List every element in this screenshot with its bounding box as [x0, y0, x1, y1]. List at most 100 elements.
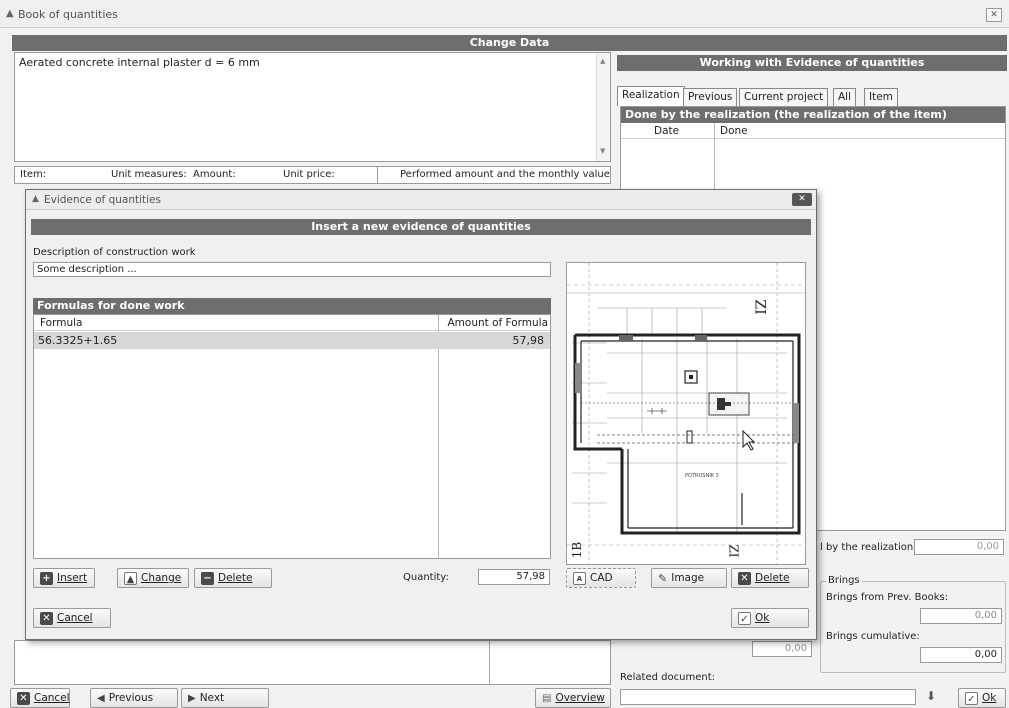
ok-main-button[interactable]: ✓ Ok	[958, 688, 1006, 708]
formula-column-header[interactable]: Formula	[40, 317, 82, 329]
image-label: Image	[671, 572, 705, 584]
change-data-header: Change Data	[12, 35, 1007, 51]
window-logo-icon: ▲	[6, 8, 14, 19]
image-button[interactable]: ✎ Image	[651, 568, 727, 588]
done-column-header[interactable]: Done	[720, 125, 748, 137]
textarea-scrollbar[interactable]: ▲ ▼	[596, 53, 610, 161]
next-button[interactable]: ▶ Next	[181, 688, 269, 708]
dialog-cancel-button[interactable]: ✕ Cancel	[33, 608, 111, 628]
close-button[interactable]: ✕	[986, 8, 1002, 22]
delete-image-icon: ✕	[738, 571, 751, 585]
brings-prev-field: 0,00	[920, 608, 1002, 624]
unit-measures-label: Unit measures:	[111, 169, 187, 180]
evidence-panel-header: Working with Evidence of quantities	[617, 55, 1007, 71]
delete-formula-button[interactable]: − Delete	[194, 568, 272, 588]
desc-value: Some description ...	[37, 264, 137, 275]
ok-icon: ✓	[738, 611, 751, 625]
amount-cell: 57,98	[512, 334, 545, 347]
previous-label: Previous	[108, 692, 154, 704]
dialog-cancel-label: Cancel	[57, 612, 93, 624]
item-label: Item:	[20, 169, 47, 180]
column-header-row: Date Done	[621, 123, 1005, 139]
next-icon: ▶	[188, 692, 196, 704]
brings-cumulative-field: 0,00	[920, 647, 1002, 663]
column-divider	[438, 315, 439, 558]
formula-column-header-row: Formula Amount of Formula	[34, 315, 550, 331]
plan-label-top-right: ZI	[751, 299, 768, 315]
scroll-up-icon[interactable]: ▲	[600, 57, 605, 65]
evidence-dialog: ▲ Evidence of quantities ✕ Insert a new …	[25, 189, 817, 640]
desc-label: Description of construction work	[33, 247, 196, 258]
insert-label: Insert	[57, 572, 88, 584]
formula-row[interactable]: 56.3325+1.65 57,98	[34, 332, 550, 349]
amount-column-header[interactable]: Amount of Formula	[447, 317, 548, 329]
previous-icon: ◀	[97, 692, 105, 704]
date-column-header[interactable]: Date	[654, 125, 679, 137]
previous-button[interactable]: ◀ Previous	[90, 688, 178, 708]
dialog-close-button[interactable]: ✕	[792, 193, 812, 206]
tab-item[interactable]: Item	[864, 88, 898, 106]
ok-main-label: Ok	[982, 692, 997, 704]
close-icon: ✕	[990, 10, 998, 20]
item-header-row: Item: Unit measures: Amount: Unit price:…	[14, 166, 611, 184]
cancel-main-button[interactable]: ✕ Cancel	[10, 688, 70, 708]
dialog-titlebar: ▲ Evidence of quantities ✕	[26, 190, 816, 210]
cad-label: CAD	[590, 572, 613, 584]
brings-cumulative-label: Brings cumulative:	[826, 631, 920, 642]
change-button[interactable]: ▲ Change	[117, 568, 189, 588]
window-title: Book of quantities	[18, 8, 118, 21]
tab-realization[interactable]: Realization	[617, 86, 685, 106]
formulas-table: Formula Amount of Formula 56.3325+1.65 5…	[33, 314, 551, 559]
overview-label: Overview	[555, 692, 605, 704]
quantity-label: Quantity:	[403, 572, 449, 583]
tab-current-project[interactable]: Current project	[739, 88, 829, 106]
next-label: Next	[199, 692, 225, 704]
overview-icon: ▤	[542, 692, 552, 704]
column-divider	[377, 167, 378, 183]
cad-button[interactable]: A CAD	[566, 568, 636, 588]
related-document-field[interactable]	[620, 689, 916, 705]
amount-label: Amount:	[193, 169, 236, 180]
delete-image-button[interactable]: ✕ Delete	[731, 568, 809, 588]
change-label: Change	[141, 572, 182, 584]
close-icon: ✕	[798, 194, 806, 204]
insert-icon: +	[40, 571, 53, 585]
desc-input[interactable]: Some description ...	[33, 262, 551, 277]
plan-label-bottom-mid: ZI	[726, 544, 741, 558]
formulas-header: Formulas for done work	[33, 298, 551, 314]
delete-label: Delete	[218, 572, 253, 584]
cancel-main-label: Cancel	[34, 692, 70, 704]
dialog-ok-button[interactable]: ✓ Ok	[731, 608, 809, 628]
download-icon[interactable]: ⬇	[926, 689, 936, 703]
tab-previous[interactable]: Previous	[683, 88, 738, 106]
delete-icon: −	[201, 571, 214, 585]
plan-label-bottom-left: 1B	[570, 541, 585, 559]
dialog-logo-icon: ▲	[32, 194, 39, 204]
description-textarea[interactable]: Aerated concrete internal plaster d = 6 …	[14, 52, 611, 162]
done-header: Done by the realization (the realization…	[621, 107, 1005, 123]
performed-label: Performed amount and the monthly value	[400, 169, 610, 180]
cancel-icon: ✕	[17, 691, 30, 705]
window-titlebar: ▲ Book of quantities ✕	[0, 0, 1009, 28]
scroll-down-icon[interactable]: ▼	[600, 147, 605, 155]
change-icon: ▲	[124, 571, 137, 585]
image-icon: ✎	[658, 571, 668, 585]
dialog-header: Insert a new evidence of quantities	[31, 219, 811, 235]
cad-drawing[interactable]: ZI 1B ZI POTROSNIK 3	[566, 262, 806, 565]
delete-image-label: Delete	[755, 572, 790, 584]
floor-plan-image	[567, 263, 805, 564]
column-divider	[489, 641, 490, 685]
description-text: Aerated concrete internal plaster d = 6 …	[19, 56, 260, 69]
overview-button[interactable]: ▤ Overview	[535, 688, 611, 708]
dialog-ok-label: Ok	[755, 612, 770, 624]
ok-icon: ✓	[965, 691, 978, 705]
total-realization-label: l by the realization:	[820, 542, 917, 553]
hidden-value-field: 0,00	[752, 641, 812, 657]
tab-all[interactable]: All	[833, 88, 857, 106]
quantity-field: 57,98	[478, 569, 550, 585]
insert-button[interactable]: + Insert	[33, 568, 95, 588]
dialog-title: Evidence of quantities	[44, 194, 161, 206]
plan-room-label: POTROSNIK 3	[685, 473, 719, 479]
cancel-icon: ✕	[40, 611, 53, 625]
unit-price-label: Unit price:	[283, 169, 335, 180]
